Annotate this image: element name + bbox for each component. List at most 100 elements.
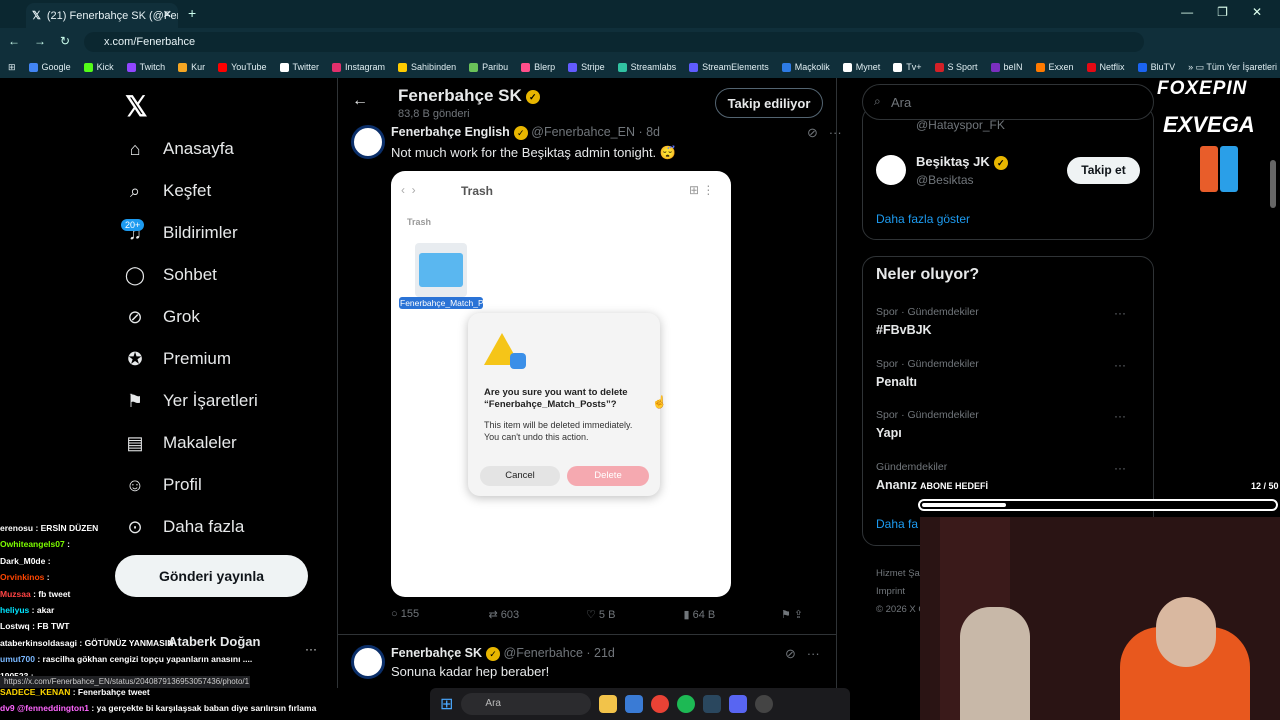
url-input[interactable]: x.com/Fenerbahce bbox=[84, 32, 1144, 52]
chat-message: ataberkinsoldasagi : GÖTÜNÜZ YANMASIN bbox=[0, 635, 340, 651]
retweet-button[interactable]: ⇄ 603 bbox=[489, 608, 587, 621]
bookmark-item[interactable]: Tv+ bbox=[893, 62, 922, 72]
tweet-more-icon[interactable]: ⊘ ··· bbox=[785, 646, 820, 662]
following-button[interactable]: Takip ediliyor bbox=[715, 88, 823, 118]
bookmark-item[interactable]: Maçkolik bbox=[781, 62, 830, 72]
avatar[interactable] bbox=[876, 155, 906, 185]
bookmark-item[interactable]: Streamlabs bbox=[617, 62, 676, 72]
follow-button[interactable]: Takip et bbox=[1067, 157, 1140, 184]
cancel-button[interactable]: Cancel bbox=[480, 466, 560, 486]
apps-icon[interactable]: ⊞ bbox=[8, 62, 16, 73]
x-logo-icon[interactable]: 𝕏 bbox=[125, 90, 148, 123]
bookmark-item[interactable]: StreamElements bbox=[689, 62, 769, 72]
bookmark-label: Maçkolik bbox=[794, 62, 830, 72]
chat-username: Lostwq bbox=[0, 621, 30, 632]
bookmark-item[interactable]: Sahibinden bbox=[398, 62, 456, 72]
trend-item[interactable]: Spor · Gündemdekiler Penaltı ··· bbox=[876, 358, 1140, 389]
tweet-author[interactable]: Fenerbahçe English bbox=[391, 125, 510, 139]
sidebar-item-articles[interactable]: ▤ Makaleler bbox=[115, 422, 337, 464]
new-tab-icon[interactable]: + bbox=[188, 5, 196, 21]
chat-username: ataberkinsoldasagi bbox=[0, 637, 78, 648]
person-icon: ☺ bbox=[125, 474, 145, 495]
bookmark-item[interactable]: Paribu bbox=[469, 62, 508, 72]
reply-button[interactable]: ○ 155 bbox=[391, 608, 489, 621]
forward-icon[interactable]: → bbox=[34, 34, 46, 48]
reload-icon[interactable]: ↻ bbox=[60, 34, 70, 48]
bookmark-label: Exxen bbox=[1048, 62, 1074, 72]
tweet-author[interactable]: Fenerbahçe SK bbox=[391, 646, 482, 660]
obs-icon[interactable] bbox=[755, 695, 774, 713]
sidebar-item-profile[interactable]: ☺ Profil bbox=[115, 464, 337, 506]
search-input[interactable]: Ara bbox=[862, 84, 1154, 120]
bookmark-favicon-icon bbox=[28, 62, 38, 72]
windows-start-icon[interactable]: ⊞ bbox=[440, 694, 453, 714]
like-button[interactable]: ♡ 5 B bbox=[586, 608, 684, 621]
steam-icon[interactable] bbox=[703, 695, 722, 713]
bookmark-item[interactable]: BluTV bbox=[1137, 62, 1175, 72]
chat-username: Muzsaa bbox=[0, 588, 31, 599]
tweet-media[interactable]: ‹ › Trash ⊞ ⋮ Trash Fenerbahçe_Match_Pos… bbox=[391, 171, 731, 597]
explorer-icon[interactable] bbox=[599, 695, 618, 713]
browser-tab[interactable]: 𝕏 (21) Fenerbahçe SK (@Fenerbal ✕ bbox=[26, 3, 178, 28]
bookmark-item[interactable]: Exxen bbox=[1035, 62, 1074, 72]
delete-button[interactable]: Delete bbox=[567, 466, 649, 486]
mail-icon[interactable] bbox=[625, 695, 644, 713]
tweet-handle[interactable]: @Fenerbahce · 21d bbox=[504, 646, 615, 660]
restore-icon[interactable]: ❐ bbox=[1217, 5, 1228, 19]
avatar[interactable] bbox=[351, 125, 385, 159]
sidebar-item-premium[interactable]: ✪ Premium bbox=[115, 338, 337, 380]
bookmark-label: Sahibinden bbox=[411, 62, 457, 72]
chat-username: heliyus bbox=[0, 605, 30, 616]
sidebar-item-chat[interactable]: ◯ Sohbet bbox=[115, 254, 337, 296]
bookmark-label: Stripe bbox=[581, 62, 605, 72]
bookmark-item[interactable]: Twitch bbox=[126, 62, 165, 72]
sidebar-item-bookmarks[interactable]: ⚑ Yer İşaretleri bbox=[115, 380, 337, 422]
profile-name: Fenerbahçe SK ✓ bbox=[398, 86, 540, 106]
show-more-link[interactable]: Daha fa bbox=[876, 517, 918, 531]
sidebar-item-notifications[interactable]: ♫ Bildirimler bbox=[115, 212, 337, 254]
show-more-link[interactable]: Daha fazla göster bbox=[876, 212, 970, 226]
bookmark-item[interactable]: Kur bbox=[178, 62, 205, 72]
bookmark-item[interactable]: Google bbox=[28, 62, 71, 72]
avatar[interactable] bbox=[351, 645, 385, 679]
chat-username: erenosu bbox=[0, 523, 34, 533]
bookmark-item[interactable]: S Sport bbox=[934, 62, 978, 72]
tab-close-icon[interactable]: ✕ bbox=[163, 8, 172, 21]
bookmark-item[interactable]: beIN bbox=[990, 62, 1023, 72]
page-scrollbar[interactable] bbox=[1270, 160, 1276, 208]
bookmark-item[interactable]: Twitter bbox=[279, 62, 319, 72]
back-arrow-icon[interactable]: ← bbox=[352, 92, 368, 110]
sidebar-item-grok[interactable]: ⊘ Grok bbox=[115, 296, 337, 338]
chat-text: : bbox=[45, 555, 51, 566]
views-button[interactable]: ▮ 64 B bbox=[684, 608, 782, 621]
back-icon[interactable]: ← bbox=[8, 34, 20, 48]
bookmark-item[interactable]: Stripe bbox=[568, 62, 605, 72]
bookmark-label: YouTube bbox=[231, 62, 267, 72]
sidebar-item-home[interactable]: ⌂ Anasayfa bbox=[115, 128, 337, 170]
all-bookmarks-button[interactable]: » ▭ Tüm Yer İşaretleri bbox=[1188, 62, 1280, 73]
close-window-icon[interactable]: ✕ bbox=[1252, 5, 1262, 19]
bookmark-item[interactable]: Mynet bbox=[842, 62, 880, 72]
sidebar-item-explore[interactable]: ⌕ Keşfet bbox=[115, 170, 337, 212]
bookmark-label: Paribu bbox=[482, 62, 509, 72]
delete-dialog: Are you sure you want to delete “Fenerba… bbox=[468, 313, 660, 496]
trend-item[interactable]: Spor · Gündemdekiler Yapı ··· bbox=[876, 409, 1140, 440]
trend-item[interactable]: Gündemdekiler Ananız ··· bbox=[876, 461, 1140, 492]
bookmark-item[interactable]: YouTube bbox=[218, 62, 267, 72]
suggest-name[interactable]: Beşiktaş JK ✓ bbox=[916, 154, 1008, 170]
tweet-more-icon[interactable]: ⊘ ··· bbox=[807, 125, 842, 141]
chrome-icon[interactable] bbox=[651, 695, 670, 713]
folder-icon bbox=[415, 243, 467, 297]
tweet-handle[interactable]: @Fenerbahce_EN · 8d bbox=[531, 125, 660, 139]
bookmark-item[interactable]: Instagram bbox=[332, 62, 385, 72]
spotify-icon[interactable] bbox=[677, 695, 696, 713]
taskbar-search[interactable]: Ara bbox=[461, 693, 592, 715]
bookmark-item[interactable]: Blerp bbox=[521, 62, 555, 72]
bookmark-share-icons[interactable]: ⚑ ⇪ bbox=[781, 608, 831, 621]
bookmark-item[interactable]: Netflix bbox=[1086, 62, 1125, 72]
trend-item[interactable]: Spor · Gündemdekiler #FBvBJK ··· bbox=[876, 306, 1140, 337]
bookmark-item[interactable]: Kick bbox=[83, 62, 114, 72]
minimize-icon[interactable]: — bbox=[1181, 5, 1193, 19]
divider bbox=[337, 634, 837, 635]
discord-icon[interactable] bbox=[729, 695, 748, 713]
